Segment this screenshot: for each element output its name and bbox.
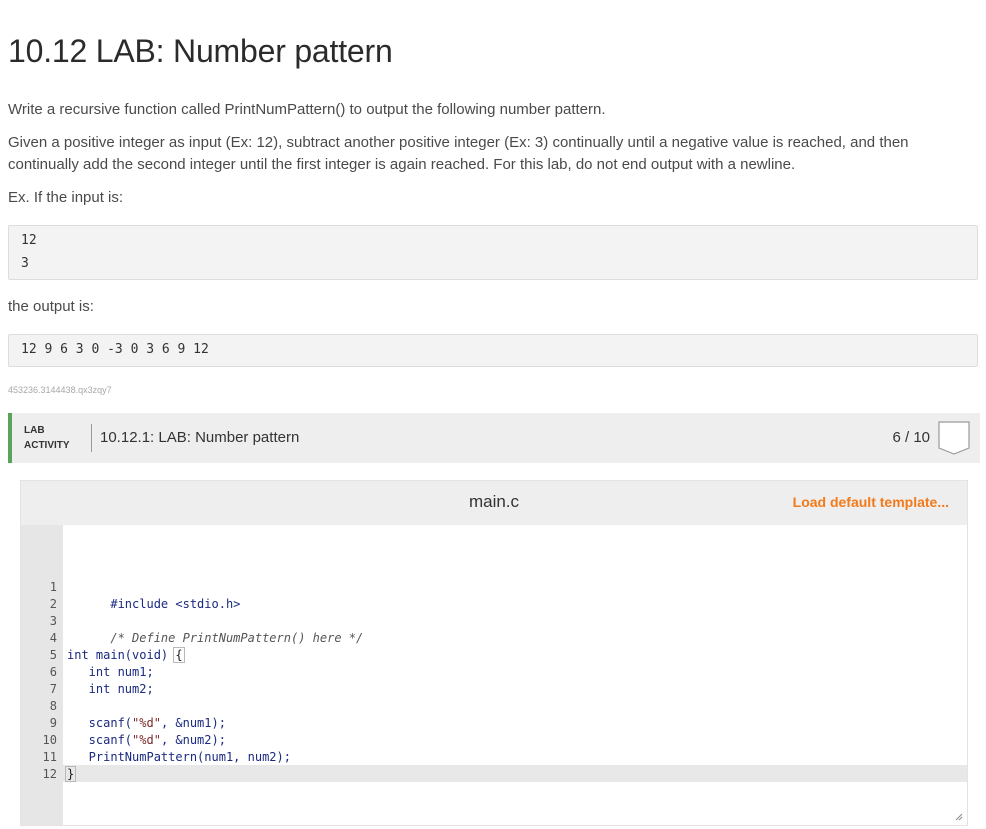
- page-title: 10.12 LAB: Number pattern: [8, 33, 393, 69]
- code-editor: main.c Load default template... 1 2 3 4 …: [20, 480, 968, 826]
- score-badge-icon: [938, 421, 970, 455]
- example-label: Ex. If the input is:: [8, 189, 124, 206]
- line-number: 10: [42, 733, 57, 747]
- code-line-11: PrintNumPattern(num1, num2);: [67, 750, 291, 764]
- line-number: 9: [49, 716, 57, 730]
- code-line-6: int num1;: [67, 665, 154, 679]
- active-line-highlight: [63, 765, 967, 782]
- output-label: the output is:: [8, 298, 94, 315]
- lab-tag-line1: LAB: [24, 425, 45, 436]
- resize-grip-icon[interactable]: [955, 813, 963, 821]
- line-number: 1: [49, 580, 57, 594]
- code-line-5: int main(void) {: [67, 647, 185, 664]
- example-input-box: 12 3: [8, 225, 978, 280]
- code-string: "%d": [132, 716, 161, 730]
- code-token: scanf(: [67, 716, 133, 730]
- lab-divider: [91, 424, 92, 452]
- code-line-10: scanf("%d", &num2);: [67, 732, 226, 749]
- input-line-1: 12: [21, 233, 37, 248]
- code-string: "%d": [132, 733, 161, 747]
- line-number: 3: [49, 614, 57, 628]
- code-token: , &num1);: [160, 716, 226, 730]
- code-text-area[interactable]: #include <stdio.h> /* Define PrintNumPat…: [63, 525, 967, 825]
- code-line-9: scanf("%d", &num1);: [67, 715, 226, 732]
- load-default-template-link[interactable]: Load default template...: [793, 494, 949, 510]
- line-number: 5: [49, 648, 57, 662]
- intro-text: Write a recursive function called PrintN…: [8, 101, 606, 118]
- code-line-12: }: [65, 766, 77, 783]
- input-line-2: 3: [21, 256, 29, 271]
- matched-brace: }: [65, 766, 77, 782]
- code-token: #include <stdio.h>: [110, 597, 241, 611]
- lab-activity-header: LAB ACTIVITY 10.12.1: LAB: Number patter…: [8, 413, 980, 463]
- code-token: scanf(: [67, 733, 133, 747]
- code-token: , &num2);: [160, 733, 226, 747]
- line-number: 8: [49, 699, 57, 713]
- description-text: Given a positive integer as input (Ex: 1…: [8, 134, 909, 173]
- code-line-7: int num2;: [67, 682, 154, 696]
- lab-title: 10.12.1: LAB: Number pattern: [100, 429, 300, 446]
- content-resource-id: 453236.3144438.qx3zqy7: [8, 385, 112, 395]
- code-keyword: int: [67, 648, 89, 662]
- code-token: main(void): [88, 648, 176, 662]
- line-number: 12: [42, 767, 57, 781]
- lab-tag-line2: ACTIVITY: [24, 440, 70, 451]
- line-number-gutter: 1 2 3 4 5 6 7 8 9 10 11 12: [21, 525, 63, 825]
- example-output-box: 12 9 6 3 0 -3 0 3 6 9 12: [8, 334, 978, 367]
- editor-header: main.c Load default template...: [21, 481, 967, 525]
- lab-score: 6 / 10: [892, 429, 930, 446]
- line-number: 11: [42, 750, 57, 764]
- line-number: 6: [49, 665, 57, 679]
- line-number: 7: [49, 682, 57, 696]
- code-comment: /* Define PrintNumPattern() here */: [110, 631, 364, 645]
- line-number: 4: [49, 631, 57, 645]
- output-line: 12 9 6 3 0 -3 0 3 6 9 12: [21, 342, 209, 357]
- matched-brace: {: [173, 647, 185, 663]
- line-number: 2: [49, 597, 57, 611]
- lab-activity-tag: LAB ACTIVITY: [24, 423, 70, 453]
